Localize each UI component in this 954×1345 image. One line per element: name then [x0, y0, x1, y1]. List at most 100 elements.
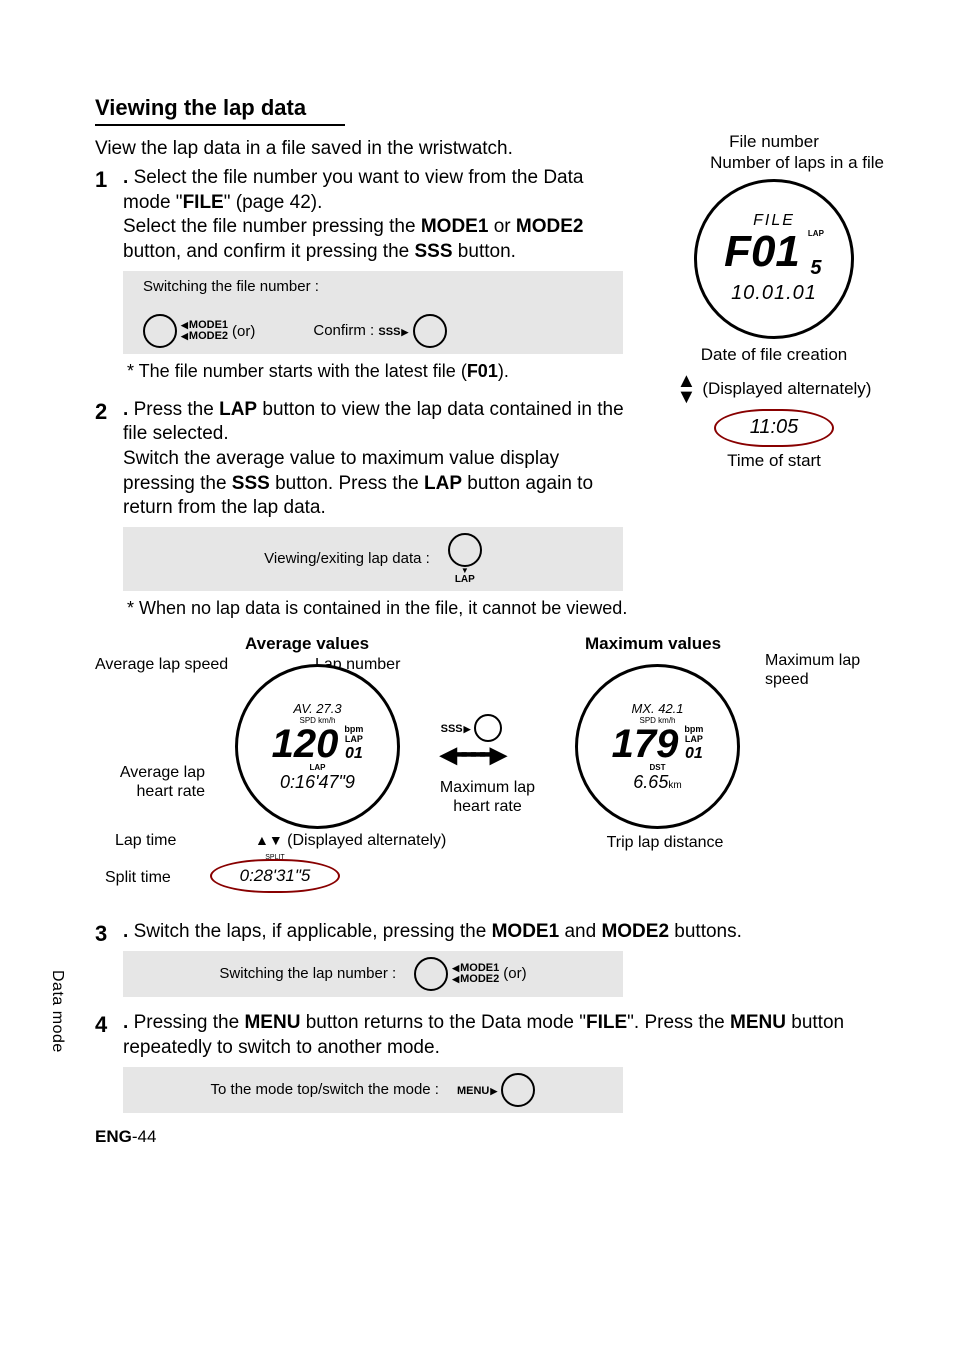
- laps-in-file-caption: Number of laps in a file: [654, 154, 894, 173]
- lap-time-value: 0:16'47"9: [280, 772, 355, 793]
- bold: MODE1: [492, 921, 560, 942]
- split-value: 0:28'31"5: [240, 866, 311, 885]
- step-2: 2. Press the LAP button to view the lap …: [95, 398, 635, 621]
- menu-label: MENU: [457, 1085, 497, 1097]
- bold: MODE1: [421, 216, 489, 237]
- step-number: 3: [95, 920, 107, 949]
- lap-label: LAP: [345, 734, 363, 744]
- text: buttons.: [669, 921, 742, 942]
- step-number: 1: [95, 166, 107, 195]
- alternate-icon: ▲▼: [677, 373, 697, 405]
- time-value: 11:05: [750, 416, 799, 439]
- instruction-box: Switching the file number : MODE1 MODE2 …: [123, 271, 623, 355]
- footer-lang: ENG: [95, 1127, 132, 1146]
- mode-button-icon: [143, 314, 177, 348]
- text: button. Press the: [270, 473, 424, 494]
- text: or: [488, 216, 515, 237]
- mode-button-icon: [414, 957, 448, 991]
- sss-label: SSS: [378, 326, 408, 338]
- step-3: 3. Switch the laps, if applicable, press…: [95, 920, 894, 997]
- text: button returns to the Data mode ": [300, 1012, 586, 1033]
- avg-title: Average values: [245, 634, 369, 654]
- note: * When no lap data is contained in the f…: [123, 597, 635, 620]
- instruction-box: To the mode top/switch the mode : MENU: [123, 1067, 623, 1113]
- time-caption: Time of start: [654, 451, 894, 471]
- time-pill: 11:05: [714, 409, 834, 447]
- box-label: Viewing/exiting lap data :: [264, 549, 430, 569]
- lap-num: 01: [345, 745, 363, 762]
- right-diagram: File number Number of laps in a file FIL…: [654, 130, 894, 473]
- bold: FILE: [183, 192, 224, 213]
- bold: MENU: [244, 1012, 300, 1033]
- menu-button-icon: [501, 1073, 535, 1107]
- watch-file-number: F01: [724, 230, 800, 274]
- footer-page: -44: [132, 1127, 157, 1146]
- text: and: [559, 921, 601, 942]
- km-unit: km: [668, 780, 681, 791]
- text: button, and confirm it pressing the: [123, 241, 415, 262]
- disp-alt: (Displayed alternately): [287, 832, 446, 849]
- text: button.: [453, 241, 516, 262]
- sss-button-icon: [413, 314, 447, 348]
- avg-hr-label: Average lap heart rate: [95, 764, 205, 801]
- max-hr-label: Maximum lap heart rate: [430, 779, 545, 816]
- section-title: Viewing the lap data: [95, 95, 345, 126]
- avg-speed: AV. 27.3: [293, 701, 341, 716]
- text: Press the: [134, 399, 220, 420]
- box-label: To the mode top/switch the mode :: [211, 1080, 439, 1100]
- lap-label: LAP: [685, 734, 703, 744]
- box-label: Switching the file number :: [143, 277, 613, 297]
- split-lbl: SPLIT: [265, 854, 284, 861]
- split-time-label: Split time: [105, 869, 171, 887]
- max-title: Maximum values: [585, 634, 721, 654]
- text: " (page 42).: [224, 192, 323, 213]
- values-diagram: Average values Maximum values Average la…: [95, 634, 894, 914]
- lap-mid-label: LAP: [310, 763, 326, 772]
- bold: SSS: [232, 473, 270, 494]
- split-pill: SPLIT 0:28'31"5: [210, 859, 340, 893]
- lap-button-icon: ▼ LAP: [448, 533, 482, 585]
- watch-maximum: MX. 42.1 SPD km/h 179 bpm LAP 01 DST 6.6…: [575, 664, 740, 829]
- note-text: ).: [498, 361, 509, 381]
- watch-average: AV. 27.3 SPD km/h 120 bpm LAP 01 LAP 0:1…: [235, 664, 400, 829]
- dst-label: DST: [650, 763, 666, 772]
- side-tab: Data mode: [48, 970, 66, 1053]
- mode2-label: MODE2: [452, 974, 499, 986]
- max-speed: MX. 42.1: [631, 701, 683, 716]
- date-caption: Date of file creation: [654, 345, 894, 365]
- confirm-label: Confirm :: [313, 322, 374, 339]
- mode-labels: MODE1 MODE2: [181, 320, 228, 343]
- mode-labels: MODE1 MODE2: [452, 963, 499, 986]
- sss-label: SSS: [441, 723, 471, 735]
- step-number: 2: [95, 398, 107, 427]
- note-bold: F01: [467, 361, 498, 381]
- watch-date: 10.01.01: [731, 282, 817, 305]
- sss-toggle: SSS ◀━━━━▶: [440, 714, 503, 768]
- lap-num: 01: [685, 745, 703, 762]
- bold: MODE2: [601, 921, 669, 942]
- step-4: 4. Pressing the MENU button returns to t…: [95, 1011, 894, 1112]
- bold: SSS: [415, 241, 453, 262]
- avg-lap-speed-label: Average lap speed: [95, 656, 228, 674]
- trip-dist-value: 6.65: [633, 772, 668, 792]
- avg-hr-value: 120: [272, 725, 339, 763]
- step-1: 1. Select the file number you want to vi…: [95, 166, 635, 384]
- lap-label: LAP: [455, 575, 475, 585]
- watch-face-file: FILE F01 LAP 5 10.01.01: [694, 179, 854, 339]
- text: Switch the laps, if applicable, pressing…: [134, 921, 492, 942]
- bold: MODE2: [516, 216, 584, 237]
- instruction-box: Viewing/exiting lap data : ▼ LAP: [123, 527, 623, 591]
- text: Select the file number pressing the: [123, 216, 421, 237]
- max-lap-speed-label: Maximum lap speed: [765, 652, 885, 689]
- lap-time-label: Lap time: [115, 832, 176, 850]
- lap-count: 5: [810, 257, 821, 279]
- text: ". Press the: [627, 1012, 730, 1033]
- bold: LAP: [219, 399, 257, 420]
- bold: MENU: [730, 1012, 786, 1033]
- bold: FILE: [586, 1012, 627, 1033]
- step-number: 4: [95, 1011, 107, 1040]
- text: Pressing the: [134, 1012, 245, 1033]
- max-hr-value: 179: [612, 725, 679, 763]
- instruction-box: Switching the lap number : MODE1 MODE2 (…: [123, 951, 623, 997]
- note: * The file number starts with the latest…: [123, 360, 635, 383]
